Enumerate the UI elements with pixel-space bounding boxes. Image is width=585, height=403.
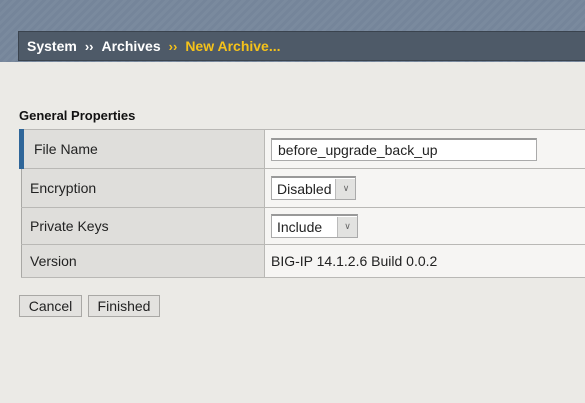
row-encryption: Encryption Disabled ∨ (21, 168, 585, 208)
private-keys-label: Private Keys (21, 207, 265, 245)
file-name-label: File Name (19, 129, 265, 169)
section-title: General Properties (19, 108, 136, 123)
breadcrumb-current: New Archive... (185, 38, 281, 54)
encryption-label: Encryption (21, 168, 265, 208)
private-keys-value: Include (277, 218, 323, 235)
encryption-select[interactable]: Disabled ∨ (271, 176, 357, 200)
file-name-input[interactable] (271, 137, 537, 161)
version-label: Version (21, 244, 265, 278)
breadcrumb: System ›› Archives ›› New Archive... (18, 31, 585, 61)
finished-button[interactable]: Finished (88, 295, 160, 317)
breadcrumb-archives[interactable]: Archives (101, 38, 160, 54)
breadcrumb-system[interactable]: System (27, 38, 77, 54)
properties-table: File Name Encryption Disabled∨ Private K… (19, 129, 585, 278)
cancel-button[interactable]: Cancel (19, 295, 82, 317)
breadcrumb-separator: ›› (168, 38, 178, 54)
breadcrumb-separator: ›› (84, 38, 94, 54)
version-value: BIG-IP 14.1.2.6 Build 0.0.2 (264, 244, 585, 278)
row-version: Version BIG-IP 14.1.2.6 Build 0.0.2 (21, 244, 585, 278)
encryption-value: Disabled (277, 180, 332, 197)
row-private-keys: Private Keys Include ∨ (21, 207, 585, 245)
private-keys-select[interactable]: Include ∨ (271, 214, 358, 238)
row-file-name: File Name (19, 129, 585, 169)
chevron-down-icon[interactable]: ∨ (335, 178, 356, 199)
chevron-down-icon[interactable]: ∨ (337, 216, 357, 237)
